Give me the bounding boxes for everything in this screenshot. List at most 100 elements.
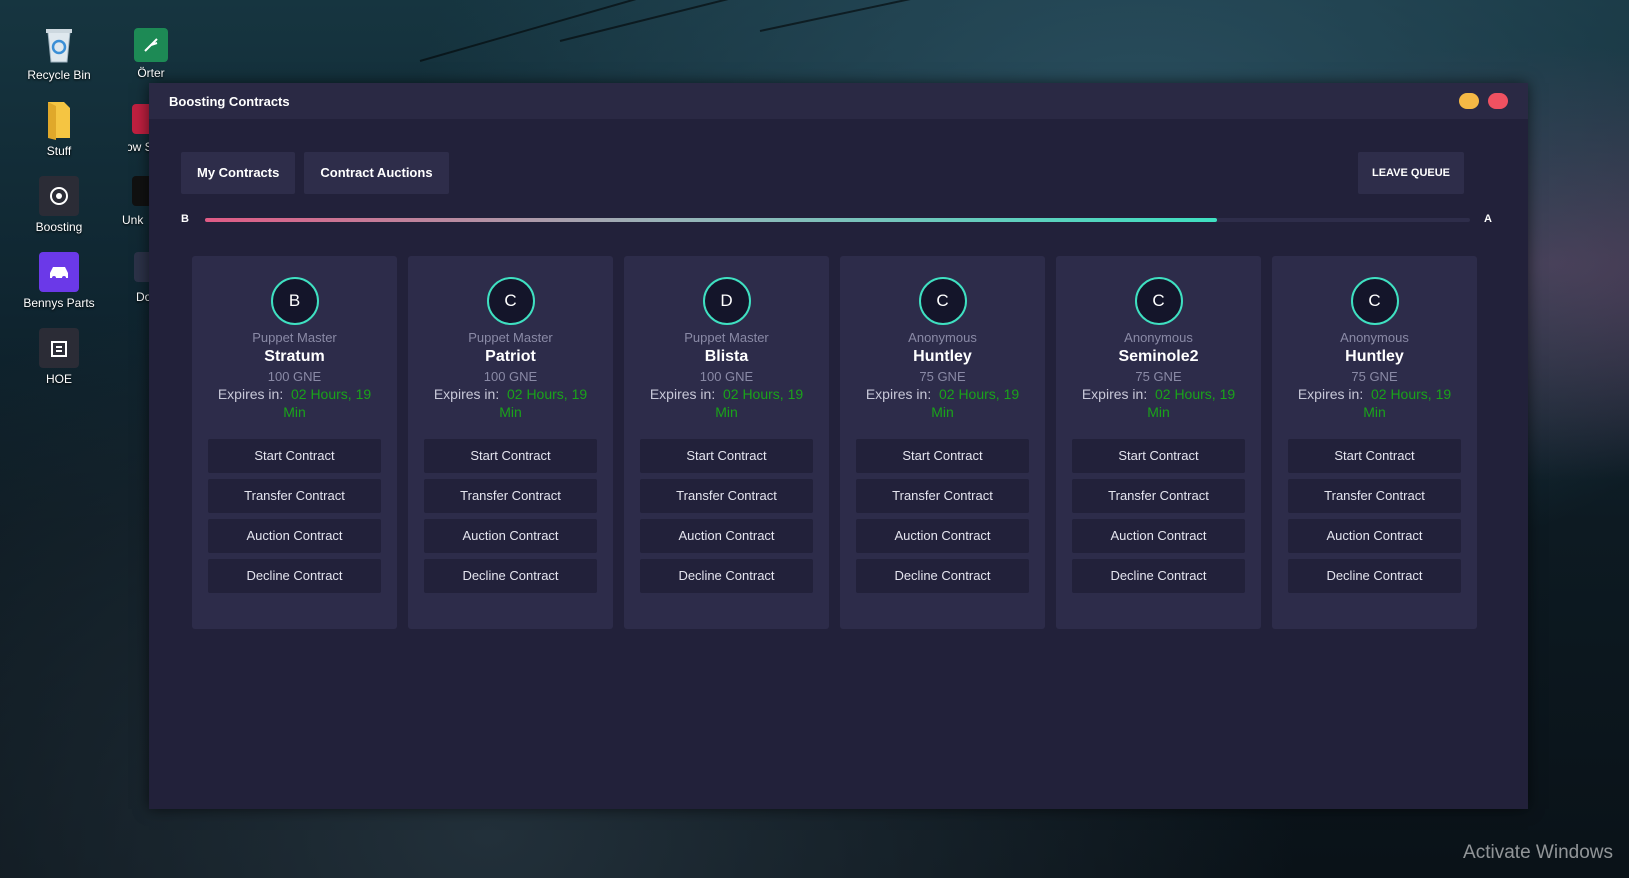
- desktop-icon-orter[interactable]: Örter: [106, 28, 196, 80]
- progress-current-class: B: [181, 213, 189, 225]
- window-title: Boosting Contracts: [169, 93, 290, 109]
- contract-price: 75 GNE: [919, 369, 966, 384]
- desktop-icon-label: Boosting: [35, 220, 83, 234]
- car-icon: [39, 252, 79, 292]
- expires-value: 02 Hours, 19 Min: [931, 386, 1020, 420]
- desktop-icon-label: Recycle Bin: [27, 68, 91, 82]
- progress-next-class: A: [1484, 213, 1492, 225]
- activate-windows-watermark: Activate Windows: [1463, 842, 1613, 863]
- expires-label: Expires in:: [433, 386, 500, 402]
- contract-card: C Anonymous Huntley 75 GNE Expires in: 0…: [840, 256, 1045, 629]
- desktop-icon-label: Tow S: [128, 140, 149, 154]
- contract-vehicle: Seminole2: [1118, 348, 1199, 365]
- transfer-contract-button[interactable]: Transfer Contract: [1288, 479, 1461, 513]
- auction-contract-button[interactable]: Auction Contract: [424, 519, 597, 553]
- decline-contract-button[interactable]: Decline Contract: [424, 559, 597, 593]
- contract-card-list: B Puppet Master Stratum 100 GNE Expires …: [192, 256, 1477, 629]
- desktop-icon-partial-column: Tow S: [128, 104, 149, 178]
- desktop-icon-label: HOE: [45, 372, 72, 386]
- leave-queue-button[interactable]: LEAVE QUEUE: [1357, 152, 1464, 194]
- contract-vehicle: Huntley: [1345, 348, 1404, 365]
- auction-contract-button[interactable]: Auction Contract: [640, 519, 813, 553]
- close-button[interactable]: [1488, 93, 1508, 109]
- contract-expires: Expires in: 02 Hours, 19 Min: [1290, 385, 1460, 421]
- start-contract-button[interactable]: Start Contract: [640, 439, 813, 473]
- desktop-icon-label: Unk: [122, 213, 144, 227]
- expires-label: Expires in:: [1297, 386, 1364, 402]
- contract-class-badge: B: [270, 277, 319, 325]
- expires-label: Expires in:: [865, 386, 932, 402]
- contract-card: B Puppet Master Stratum 100 GNE Expires …: [192, 256, 397, 629]
- contract-class-badge: C: [1134, 277, 1183, 325]
- tow-truck-icon: [132, 104, 149, 134]
- recycle-bin-icon: [39, 24, 79, 64]
- contract-owner: Puppet Master: [684, 330, 769, 345]
- desktop-icon-label: Stuff: [46, 144, 72, 158]
- auction-contract-button[interactable]: Auction Contract: [208, 519, 381, 553]
- contract-actions: Start Contract Transfer Contract Auction…: [208, 439, 381, 593]
- transfer-contract-button[interactable]: Transfer Contract: [208, 479, 381, 513]
- contract-actions: Start Contract Transfer Contract Auction…: [1072, 439, 1245, 593]
- contract-class-badge: C: [918, 277, 967, 325]
- expires-value: 02 Hours, 19 Min: [499, 386, 588, 420]
- decline-contract-button[interactable]: Decline Contract: [856, 559, 1029, 593]
- contract-expires: Expires in: 02 Hours, 19 Min: [210, 385, 380, 421]
- auction-contract-button[interactable]: Auction Contract: [1288, 519, 1461, 553]
- contract-card: C Puppet Master Patriot 100 GNE Expires …: [408, 256, 613, 629]
- contract-price: 100 GNE: [483, 369, 538, 384]
- tab-contract-auctions[interactable]: Contract Auctions: [304, 152, 449, 194]
- auction-contract-button[interactable]: Auction Contract: [1072, 519, 1245, 553]
- desktop-icon-boosting[interactable]: Boosting: [14, 176, 104, 234]
- start-contract-button[interactable]: Start Contract: [1288, 439, 1461, 473]
- desktop-icon-bennys-parts[interactable]: Bennys Parts: [14, 252, 104, 310]
- desktop-icon-label: Örter: [137, 66, 165, 80]
- decline-contract-button[interactable]: Decline Contract: [1072, 559, 1245, 593]
- transfer-contract-button[interactable]: Transfer Contract: [1072, 479, 1245, 513]
- transfer-contract-button[interactable]: Transfer Contract: [856, 479, 1029, 513]
- decline-contract-button[interactable]: Decline Contract: [640, 559, 813, 593]
- contract-price: 75 GNE: [1351, 369, 1398, 384]
- plant-icon: [134, 28, 168, 62]
- desktop-icon-recycle-bin[interactable]: Recycle Bin: [14, 24, 104, 82]
- contract-class-badge: D: [702, 277, 751, 325]
- pin-icon: [134, 252, 149, 282]
- decline-contract-button[interactable]: Decline Contract: [208, 559, 381, 593]
- expires-label: Expires in:: [649, 386, 716, 402]
- desktop-icon-stuff[interactable]: Stuff: [14, 100, 104, 158]
- contract-actions: Start Contract Transfer Contract Auction…: [1288, 439, 1461, 593]
- desktop-icon-label: Bennys Parts: [23, 296, 95, 310]
- contract-card: C Anonymous Huntley 75 GNE Expires in: 0…: [1272, 256, 1477, 629]
- contract-price: 75 GNE: [1135, 369, 1182, 384]
- expires-label: Expires in:: [217, 386, 284, 402]
- expires-value: 02 Hours, 19 Min: [1147, 386, 1236, 420]
- contract-owner: Anonymous: [908, 330, 977, 345]
- start-contract-button[interactable]: Start Contract: [424, 439, 597, 473]
- desktop-icon-partial-column: Unk: [122, 176, 149, 232]
- transfer-contract-button[interactable]: Transfer Contract: [424, 479, 597, 513]
- expires-label: Expires in:: [1081, 386, 1148, 402]
- contract-card: D Puppet Master Blista 100 GNE Expires i…: [624, 256, 829, 629]
- contract-price: 100 GNE: [267, 369, 322, 384]
- auction-contract-button[interactable]: Auction Contract: [856, 519, 1029, 553]
- minimize-button[interactable]: [1459, 93, 1479, 109]
- folder-icon: [39, 100, 79, 140]
- contract-card: C Anonymous Seminole2 75 GNE Expires in:…: [1056, 256, 1261, 629]
- contract-class-badge: C: [1350, 277, 1399, 325]
- start-contract-button[interactable]: Start Contract: [856, 439, 1029, 473]
- tab-my-contracts[interactable]: My Contracts: [181, 152, 296, 194]
- start-contract-button[interactable]: Start Contract: [208, 439, 381, 473]
- transfer-contract-button[interactable]: Transfer Contract: [640, 479, 813, 513]
- contract-expires: Expires in: 02 Hours, 19 Min: [1074, 385, 1244, 421]
- expires-value: 02 Hours, 19 Min: [283, 386, 372, 420]
- desktop-icon-partial-column: Do: [130, 252, 149, 308]
- contract-owner: Anonymous: [1340, 330, 1409, 345]
- desktop-icon-hoe[interactable]: HOE: [14, 328, 104, 386]
- decline-contract-button[interactable]: Decline Contract: [1288, 559, 1461, 593]
- class-progress-fill: [205, 218, 1217, 222]
- shield-icon: [132, 176, 149, 206]
- title-bar: Boosting Contracts: [149, 83, 1528, 119]
- class-progress-bar: [205, 218, 1470, 222]
- contract-expires: Expires in: 02 Hours, 19 Min: [642, 385, 812, 421]
- contract-vehicle: Patriot: [485, 348, 536, 365]
- start-contract-button[interactable]: Start Contract: [1072, 439, 1245, 473]
